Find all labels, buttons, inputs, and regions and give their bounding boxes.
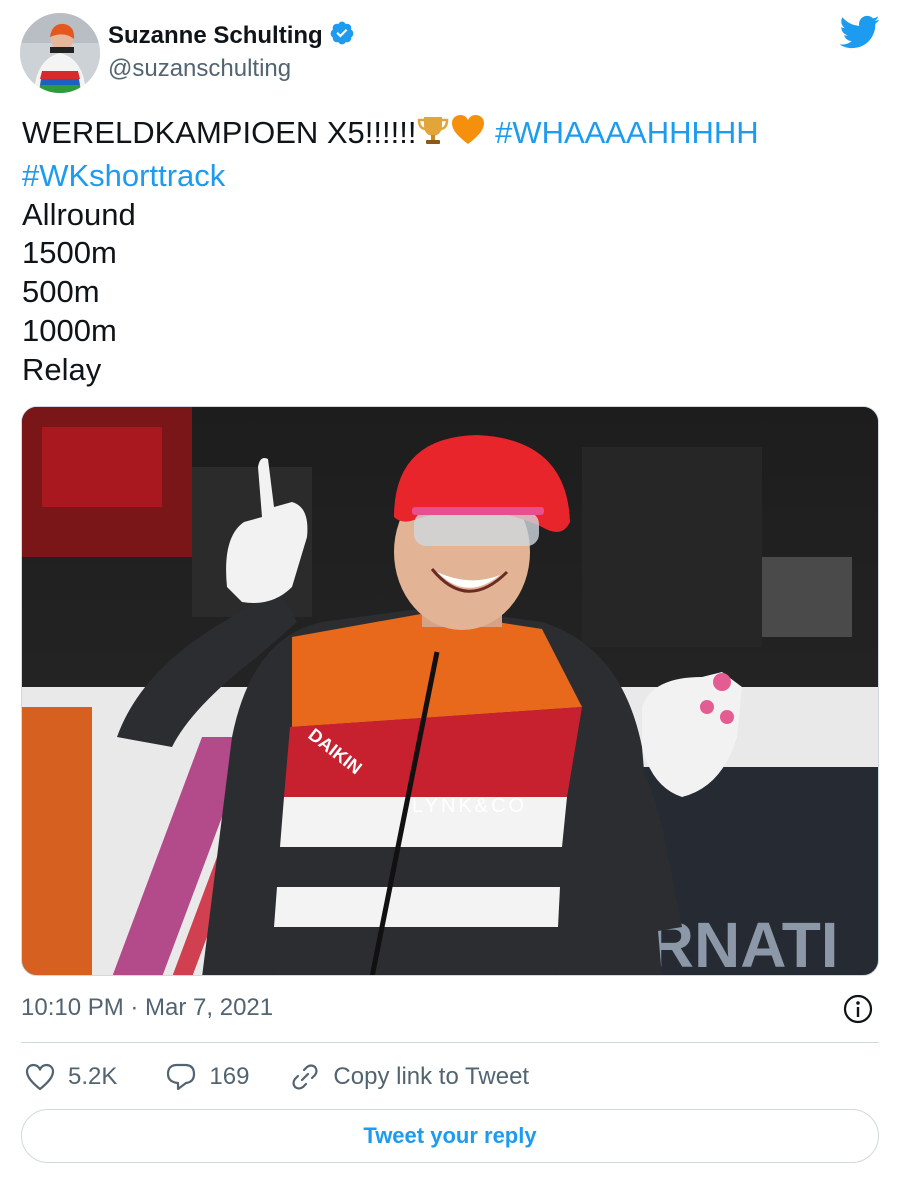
avatar[interactable] <box>20 13 100 93</box>
like-count: 5.2K <box>68 1063 118 1090</box>
divider <box>21 1042 879 1043</box>
tweet-line-1500m: 1500m <box>22 235 117 271</box>
tweet-line-500m: 500m <box>22 274 100 310</box>
tweet-line-allround: Allround <box>22 196 136 232</box>
author-name-row[interactable]: Suzanne Schulting <box>108 20 355 51</box>
info-icon[interactable] <box>842 993 874 1025</box>
author-handle[interactable]: @suzanschulting <box>108 55 291 83</box>
trophy-icon <box>416 113 450 157</box>
tweet-headline: WERELDKAMPIOEN X5!!!!!! <box>22 115 417 150</box>
reply-count: 169 <box>209 1063 250 1090</box>
tweet-your-reply-button[interactable]: Tweet your reply <box>21 1109 879 1163</box>
hashtag-whaaaahhhhh[interactable]: #WHAAAAHHHHH <box>495 115 759 150</box>
reply-button[interactable]: 169 <box>165 1062 249 1092</box>
tweet-text: WERELDKAMPIOEN X5!!!!!! #WHAAAAHHHHH #WK… <box>22 113 882 390</box>
tweet-line-2: #WKshorttrack <box>22 157 882 196</box>
tweet-actions: 5.2K 169 Copy link to Tweet <box>24 1058 529 1096</box>
verified-badge-icon <box>329 20 355 51</box>
twitter-bird-icon[interactable] <box>838 14 880 50</box>
heart-icon <box>24 1062 56 1092</box>
sponsor-lynkco-text: LYNK&CO <box>412 795 527 817</box>
copy-link-button[interactable]: Copy link to Tweet <box>289 1061 529 1093</box>
link-icon <box>289 1061 321 1093</box>
tweet-photo[interactable]: INTERNATI LYNK&CO DAIKIN <box>21 406 879 976</box>
reply-icon <box>165 1062 197 1092</box>
orange-heart-icon <box>450 113 486 157</box>
tweet-line-relay: Relay <box>22 351 102 387</box>
copy-link-label: Copy link to Tweet <box>333 1063 530 1090</box>
author-name[interactable]: Suzanne Schulting <box>108 22 323 50</box>
tweet-line-1: WERELDKAMPIOEN X5!!!!!! #WHAAAAHHHHH <box>22 113 882 157</box>
hashtag-wkshorttrack[interactable]: #WKshorttrack <box>22 158 225 193</box>
like-button[interactable]: 5.2K <box>24 1062 117 1092</box>
tweet-timestamp[interactable]: 10:10 PM · Mar 7, 2021 <box>21 994 273 1022</box>
tweet-line-1000m: 1000m <box>22 312 117 348</box>
